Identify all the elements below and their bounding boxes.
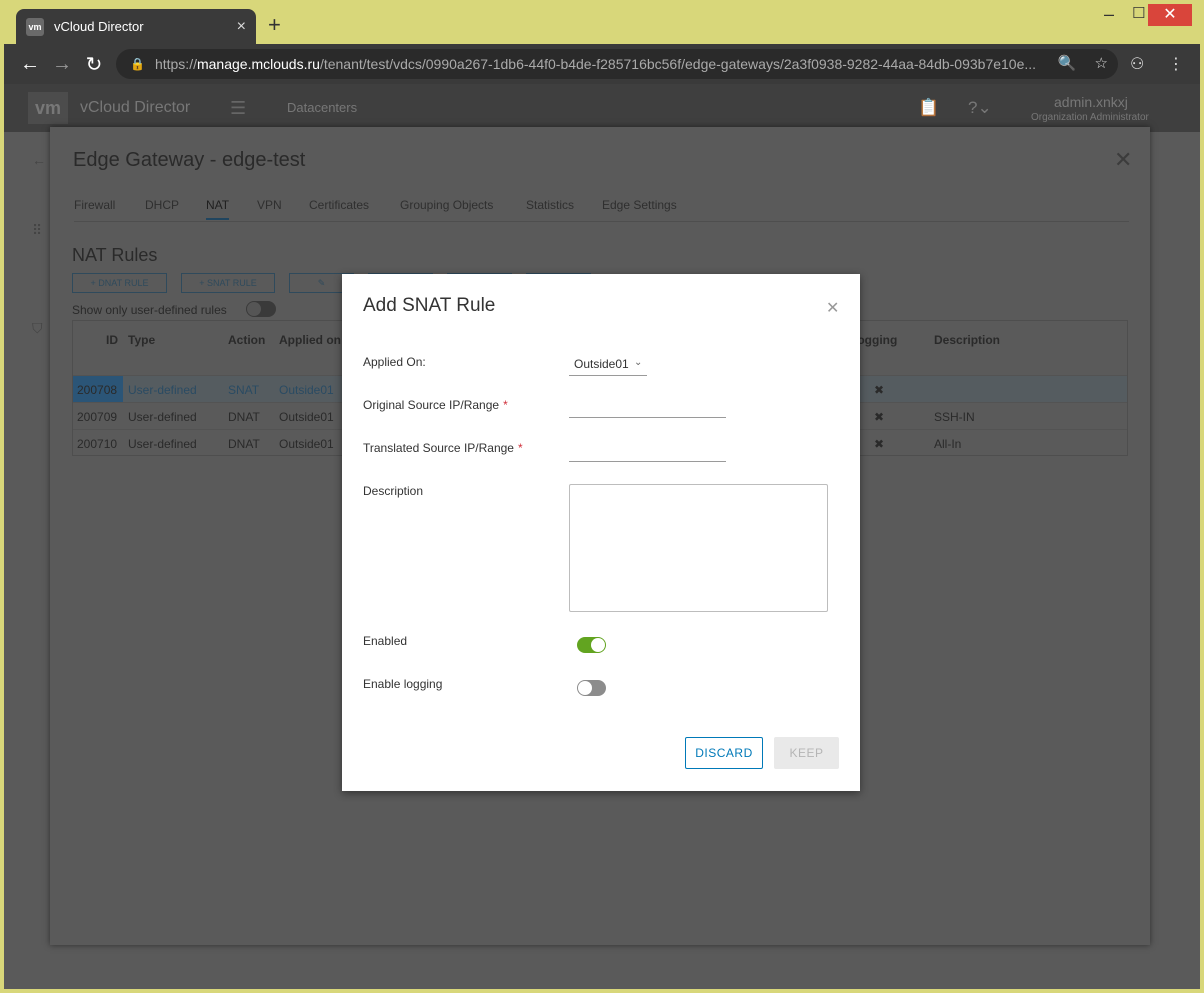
enable-logging-label: Enable logging [363, 677, 443, 691]
row-type: User-defined [128, 383, 197, 397]
new-tab-icon[interactable]: + [268, 12, 281, 38]
back-icon[interactable]: ← [32, 152, 46, 168]
description-label: Description [363, 484, 424, 498]
left-nav-strip: ← ⠿ ⛉ [8, 132, 50, 989]
tab-certificates[interactable]: Certificates [309, 198, 369, 218]
vm-favicon-icon: vm [26, 17, 44, 36]
required-mark: * [517, 441, 523, 455]
enable-logging-toggle[interactable] [577, 680, 606, 696]
original-source-input[interactable] [569, 398, 726, 418]
col-action[interactable]: Action [228, 333, 265, 347]
row-id: 200710 [77, 437, 118, 451]
row-type: User-defined [128, 410, 197, 424]
hamburger-icon[interactable]: ☰ [230, 98, 246, 119]
url-text: https://manage.mclouds.ru/tenant/test/vd… [154, 56, 1037, 72]
tab-dhcp[interactable]: DHCP [145, 198, 179, 218]
tab-title: vCloud Director [54, 19, 144, 34]
browser-titlebar: vm vCloud Director × + – ☐ ✕ [4, 4, 1200, 44]
col-description[interactable]: Description [934, 333, 1000, 347]
back-arrow-icon[interactable]: ← [14, 53, 46, 76]
edge-close-icon[interactable]: ✕ [1114, 147, 1132, 173]
row-applied-on: Outside01 [279, 383, 334, 397]
description-textarea[interactable] [569, 484, 828, 612]
row-logging: ✖ [874, 383, 885, 397]
add-snat-rule-dialog: Add SNAT Rule ✕ Applied On: Outside01 ⌄ … [342, 274, 860, 791]
row-logging: ✖ [874, 410, 885, 424]
discard-button[interactable]: DISCARD [685, 737, 763, 769]
applied-on-select[interactable]: Outside01 ⌄ [569, 357, 647, 376]
row-type: User-defined [128, 437, 197, 451]
enabled-label: Enabled [363, 634, 408, 648]
nav-datacenters[interactable]: Datacenters [287, 100, 357, 115]
add-snat-rule-button[interactable]: + SNAT RULE [181, 273, 275, 293]
row-id: 200708 [73, 376, 123, 403]
add-dnat-rule-button[interactable]: + DNAT RULE [72, 273, 167, 293]
zoom-icon[interactable]: 🔍 [1058, 55, 1077, 72]
address-bar[interactable]: 🔒 https://manage.mclouds.ru/tenant/test/… [116, 49, 1118, 79]
row-action: SNAT [228, 383, 260, 397]
tab-statistics[interactable]: Statistics [526, 198, 574, 218]
required-mark: * [503, 398, 508, 412]
row-applied-on: Outside01 [279, 437, 334, 451]
lock-icon: 🔒 [130, 57, 145, 71]
tab-grouping-objects[interactable]: Grouping Objects [400, 198, 493, 218]
row-description: All-In [934, 437, 962, 451]
browser-menu-icon[interactable]: ⋮ [1168, 54, 1184, 74]
edit-icon: ✎ [317, 277, 326, 288]
row-id: 200709 [77, 410, 118, 424]
window-close-icon[interactable]: ✕ [1148, 4, 1192, 26]
dialog-close-icon[interactable]: ✕ [826, 298, 839, 318]
reload-icon[interactable]: ↻ [78, 52, 110, 77]
translated-source-label: Translated Source IP/Range * [363, 441, 523, 455]
help-icon[interactable]: ?⌄ [968, 98, 992, 118]
minimize-icon[interactable]: – [1104, 4, 1114, 25]
row-description: SSH-IN [934, 410, 975, 424]
app-header: vm vCloud Director ☰ Datacenters 📋 ?⌄ ad… [4, 84, 1200, 132]
tab-nat[interactable]: NAT [206, 198, 230, 220]
vm-logo: vm [28, 92, 68, 124]
user-name[interactable]: admin.xnkxj [1054, 94, 1128, 110]
incognito-icon[interactable]: ⚇ [1130, 54, 1144, 74]
keep-button[interactable]: KEEP [774, 737, 839, 769]
user-role: Organization Administrator [1031, 112, 1149, 123]
show-only-toggle[interactable] [246, 301, 276, 317]
col-applied-on[interactable]: Applied on [279, 333, 341, 347]
edge-tabs: Firewall DHCP NAT VPN Certificates Group… [74, 198, 1129, 222]
row-action: DNAT [228, 410, 260, 424]
omnibox-icons: 🔍 ☆ [1058, 54, 1108, 72]
browser-tab[interactable]: vm vCloud Director × [16, 9, 256, 44]
applied-on-value: Outside01 [574, 357, 629, 371]
tab-edge-settings[interactable]: Edge Settings [602, 198, 677, 218]
col-id[interactable]: ID [106, 333, 118, 347]
translated-source-input[interactable] [569, 442, 726, 462]
grid-icon[interactable]: ⠿ [32, 222, 42, 239]
shield-icon[interactable]: ⛉ [32, 320, 43, 337]
tab-close-icon[interactable]: × [237, 18, 246, 36]
browser-toolbar: ← → ↻ 🔒 https://manage.mclouds.ru/tenant… [4, 44, 1200, 84]
nat-rules-title: NAT Rules [72, 245, 158, 265]
maximize-icon[interactable]: ☐ [1132, 4, 1145, 22]
row-applied-on: Outside01 [279, 410, 334, 424]
forward-arrow-icon[interactable]: → [46, 53, 78, 76]
row-action: DNAT [228, 437, 260, 451]
tab-vpn[interactable]: VPN [257, 198, 282, 218]
enabled-toggle[interactable] [577, 637, 606, 653]
dialog-title: Add SNAT Rule [363, 295, 496, 316]
app-title: vCloud Director [80, 99, 191, 116]
col-type[interactable]: Type [128, 333, 155, 347]
original-source-label: Original Source IP/Range * [363, 398, 508, 412]
row-logging: ✖ [874, 437, 885, 451]
edge-gateway-title: Edge Gateway - edge-test [73, 149, 306, 171]
tab-firewall[interactable]: Firewall [74, 198, 115, 218]
show-only-label: Show only user-defined rules [72, 303, 227, 317]
applied-on-label: Applied On: [363, 355, 426, 369]
clipboard-icon[interactable]: 📋 [918, 98, 939, 118]
chevron-down-icon: ⌄ [634, 357, 643, 368]
bookmark-star-icon[interactable]: ☆ [1095, 55, 1108, 72]
